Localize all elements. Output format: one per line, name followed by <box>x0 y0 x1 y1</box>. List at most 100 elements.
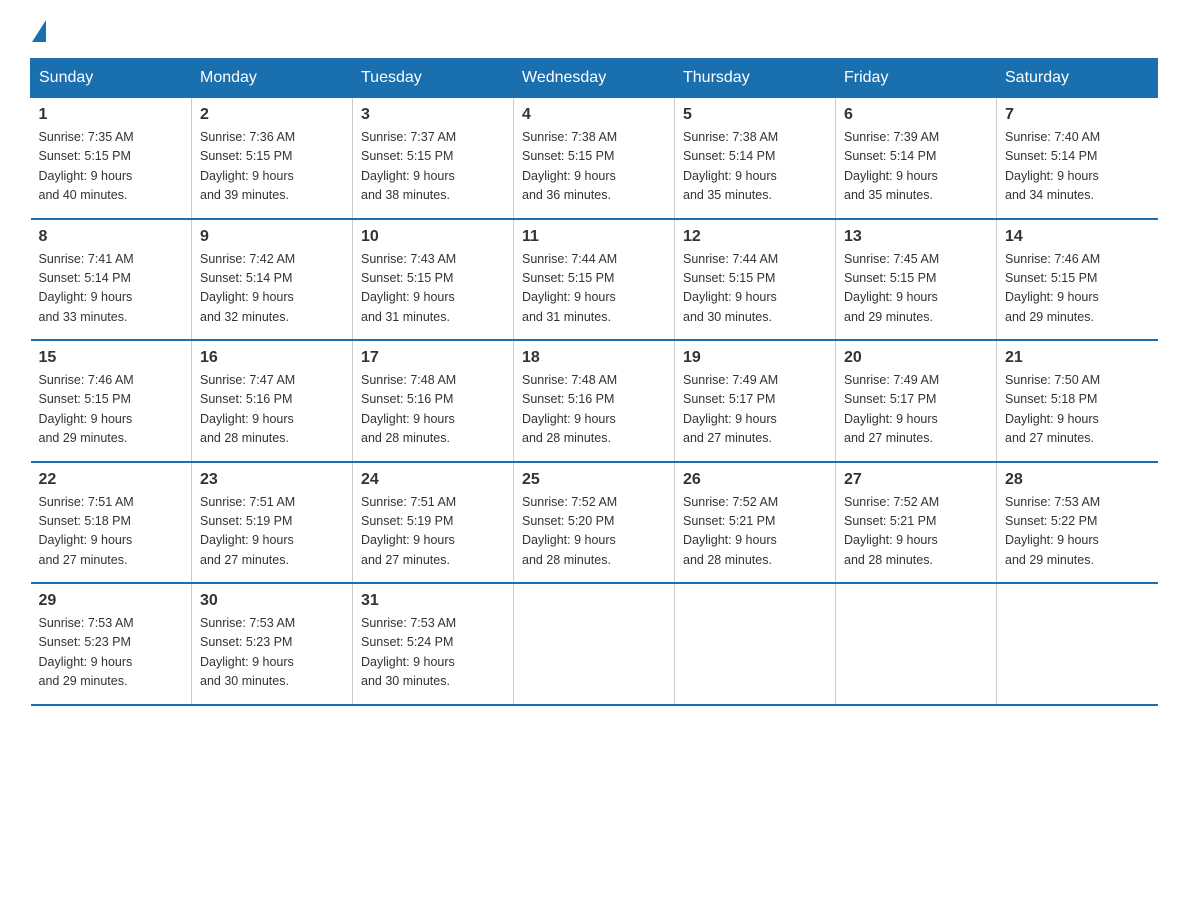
day-info: Sunrise: 7:43 AMSunset: 5:15 PMDaylight:… <box>361 252 456 324</box>
weekday-header-tuesday: Tuesday <box>353 59 514 98</box>
day-info: Sunrise: 7:46 AMSunset: 5:15 PMDaylight:… <box>1005 252 1100 324</box>
calendar-cell: 19 Sunrise: 7:49 AMSunset: 5:17 PMDaylig… <box>675 340 836 462</box>
calendar-cell: 7 Sunrise: 7:40 AMSunset: 5:14 PMDayligh… <box>997 98 1158 219</box>
calendar-cell: 8 Sunrise: 7:41 AMSunset: 5:14 PMDayligh… <box>31 219 192 341</box>
calendar-cell: 26 Sunrise: 7:52 AMSunset: 5:21 PMDaylig… <box>675 462 836 584</box>
page-header <box>30 20 1158 42</box>
calendar-cell <box>836 583 997 705</box>
calendar-cell: 25 Sunrise: 7:52 AMSunset: 5:20 PMDaylig… <box>514 462 675 584</box>
calendar-cell: 16 Sunrise: 7:47 AMSunset: 5:16 PMDaylig… <box>192 340 353 462</box>
day-info: Sunrise: 7:51 AMSunset: 5:19 PMDaylight:… <box>200 495 295 567</box>
calendar-cell <box>514 583 675 705</box>
day-info: Sunrise: 7:42 AMSunset: 5:14 PMDaylight:… <box>200 252 295 324</box>
day-number: 12 <box>683 228 827 246</box>
day-number: 11 <box>522 228 666 246</box>
calendar-cell: 6 Sunrise: 7:39 AMSunset: 5:14 PMDayligh… <box>836 98 997 219</box>
day-info: Sunrise: 7:52 AMSunset: 5:21 PMDaylight:… <box>844 495 939 567</box>
day-number: 1 <box>39 106 184 124</box>
day-info: Sunrise: 7:49 AMSunset: 5:17 PMDaylight:… <box>844 373 939 445</box>
day-number: 22 <box>39 471 184 489</box>
calendar-cell: 2 Sunrise: 7:36 AMSunset: 5:15 PMDayligh… <box>192 98 353 219</box>
day-number: 9 <box>200 228 344 246</box>
weekday-header-friday: Friday <box>836 59 997 98</box>
day-info: Sunrise: 7:53 AMSunset: 5:22 PMDaylight:… <box>1005 495 1100 567</box>
calendar-week-row: 1 Sunrise: 7:35 AMSunset: 5:15 PMDayligh… <box>31 98 1158 219</box>
calendar-cell: 24 Sunrise: 7:51 AMSunset: 5:19 PMDaylig… <box>353 462 514 584</box>
logo-triangle-icon <box>32 20 46 42</box>
calendar-table: SundayMondayTuesdayWednesdayThursdayFrid… <box>30 58 1158 706</box>
day-info: Sunrise: 7:48 AMSunset: 5:16 PMDaylight:… <box>361 373 456 445</box>
day-info: Sunrise: 7:53 AMSunset: 5:23 PMDaylight:… <box>39 616 134 688</box>
day-info: Sunrise: 7:39 AMSunset: 5:14 PMDaylight:… <box>844 130 939 202</box>
calendar-cell: 30 Sunrise: 7:53 AMSunset: 5:23 PMDaylig… <box>192 583 353 705</box>
calendar-cell: 28 Sunrise: 7:53 AMSunset: 5:22 PMDaylig… <box>997 462 1158 584</box>
day-info: Sunrise: 7:41 AMSunset: 5:14 PMDaylight:… <box>39 252 134 324</box>
day-number: 25 <box>522 471 666 489</box>
calendar-cell: 4 Sunrise: 7:38 AMSunset: 5:15 PMDayligh… <box>514 98 675 219</box>
day-number: 8 <box>39 228 184 246</box>
day-info: Sunrise: 7:44 AMSunset: 5:15 PMDaylight:… <box>522 252 617 324</box>
day-info: Sunrise: 7:44 AMSunset: 5:15 PMDaylight:… <box>683 252 778 324</box>
day-info: Sunrise: 7:37 AMSunset: 5:15 PMDaylight:… <box>361 130 456 202</box>
weekday-header-wednesday: Wednesday <box>514 59 675 98</box>
calendar-cell: 18 Sunrise: 7:48 AMSunset: 5:16 PMDaylig… <box>514 340 675 462</box>
day-info: Sunrise: 7:50 AMSunset: 5:18 PMDaylight:… <box>1005 373 1100 445</box>
day-number: 27 <box>844 471 988 489</box>
calendar-cell: 3 Sunrise: 7:37 AMSunset: 5:15 PMDayligh… <box>353 98 514 219</box>
calendar-cell: 27 Sunrise: 7:52 AMSunset: 5:21 PMDaylig… <box>836 462 997 584</box>
day-number: 31 <box>361 592 505 610</box>
calendar-cell: 10 Sunrise: 7:43 AMSunset: 5:15 PMDaylig… <box>353 219 514 341</box>
day-number: 15 <box>39 349 184 367</box>
logo <box>30 20 48 42</box>
day-number: 5 <box>683 106 827 124</box>
day-info: Sunrise: 7:46 AMSunset: 5:15 PMDaylight:… <box>39 373 134 445</box>
calendar-cell: 14 Sunrise: 7:46 AMSunset: 5:15 PMDaylig… <box>997 219 1158 341</box>
day-number: 21 <box>1005 349 1150 367</box>
day-info: Sunrise: 7:52 AMSunset: 5:20 PMDaylight:… <box>522 495 617 567</box>
day-number: 20 <box>844 349 988 367</box>
day-number: 2 <box>200 106 344 124</box>
calendar-cell: 29 Sunrise: 7:53 AMSunset: 5:23 PMDaylig… <box>31 583 192 705</box>
day-number: 14 <box>1005 228 1150 246</box>
day-info: Sunrise: 7:48 AMSunset: 5:16 PMDaylight:… <box>522 373 617 445</box>
calendar-cell: 1 Sunrise: 7:35 AMSunset: 5:15 PMDayligh… <box>31 98 192 219</box>
day-info: Sunrise: 7:52 AMSunset: 5:21 PMDaylight:… <box>683 495 778 567</box>
day-number: 30 <box>200 592 344 610</box>
day-number: 16 <box>200 349 344 367</box>
calendar-cell <box>675 583 836 705</box>
day-number: 28 <box>1005 471 1150 489</box>
day-number: 4 <box>522 106 666 124</box>
day-info: Sunrise: 7:51 AMSunset: 5:18 PMDaylight:… <box>39 495 134 567</box>
calendar-cell: 5 Sunrise: 7:38 AMSunset: 5:14 PMDayligh… <box>675 98 836 219</box>
calendar-cell <box>997 583 1158 705</box>
day-info: Sunrise: 7:36 AMSunset: 5:15 PMDaylight:… <box>200 130 295 202</box>
day-info: Sunrise: 7:40 AMSunset: 5:14 PMDaylight:… <box>1005 130 1100 202</box>
day-number: 18 <box>522 349 666 367</box>
calendar-cell: 17 Sunrise: 7:48 AMSunset: 5:16 PMDaylig… <box>353 340 514 462</box>
day-number: 7 <box>1005 106 1150 124</box>
weekday-header-thursday: Thursday <box>675 59 836 98</box>
calendar-cell: 9 Sunrise: 7:42 AMSunset: 5:14 PMDayligh… <box>192 219 353 341</box>
calendar-cell: 15 Sunrise: 7:46 AMSunset: 5:15 PMDaylig… <box>31 340 192 462</box>
calendar-week-row: 22 Sunrise: 7:51 AMSunset: 5:18 PMDaylig… <box>31 462 1158 584</box>
calendar-cell: 31 Sunrise: 7:53 AMSunset: 5:24 PMDaylig… <box>353 583 514 705</box>
calendar-week-row: 15 Sunrise: 7:46 AMSunset: 5:15 PMDaylig… <box>31 340 1158 462</box>
day-info: Sunrise: 7:49 AMSunset: 5:17 PMDaylight:… <box>683 373 778 445</box>
day-info: Sunrise: 7:53 AMSunset: 5:23 PMDaylight:… <box>200 616 295 688</box>
day-number: 13 <box>844 228 988 246</box>
day-info: Sunrise: 7:38 AMSunset: 5:15 PMDaylight:… <box>522 130 617 202</box>
calendar-cell: 20 Sunrise: 7:49 AMSunset: 5:17 PMDaylig… <box>836 340 997 462</box>
weekday-header-sunday: Sunday <box>31 59 192 98</box>
calendar-cell: 11 Sunrise: 7:44 AMSunset: 5:15 PMDaylig… <box>514 219 675 341</box>
weekday-header-monday: Monday <box>192 59 353 98</box>
day-number: 10 <box>361 228 505 246</box>
day-number: 24 <box>361 471 505 489</box>
day-number: 6 <box>844 106 988 124</box>
day-info: Sunrise: 7:53 AMSunset: 5:24 PMDaylight:… <box>361 616 456 688</box>
calendar-cell: 12 Sunrise: 7:44 AMSunset: 5:15 PMDaylig… <box>675 219 836 341</box>
calendar-cell: 23 Sunrise: 7:51 AMSunset: 5:19 PMDaylig… <box>192 462 353 584</box>
day-number: 26 <box>683 471 827 489</box>
calendar-week-row: 29 Sunrise: 7:53 AMSunset: 5:23 PMDaylig… <box>31 583 1158 705</box>
day-info: Sunrise: 7:51 AMSunset: 5:19 PMDaylight:… <box>361 495 456 567</box>
day-info: Sunrise: 7:35 AMSunset: 5:15 PMDaylight:… <box>39 130 134 202</box>
